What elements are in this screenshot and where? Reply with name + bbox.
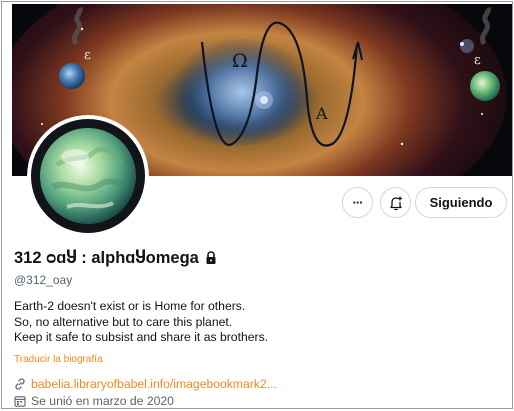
profile-page: ε ε Ω A ··· Siguiendo 312 ᴑɑႸ: alphɑႸom… [1, 1, 513, 409]
more-dots-icon: ··· [352, 195, 364, 210]
link-icon [15, 378, 25, 390]
website-row: babelia.libraryofbabel.info/imagebookmar… [14, 377, 277, 391]
banner-omega: Ω [232, 50, 248, 72]
bell-plus-icon [389, 196, 402, 210]
profile-bio: Earth-2 doesn't exist or is Home for oth… [14, 299, 344, 346]
notifications-button[interactable] [380, 187, 411, 218]
following-button[interactable]: Siguiendo [415, 187, 507, 218]
banner-epsilon-right: ε [474, 53, 481, 68]
bio-line: Keep it safe to subsist and share it as … [14, 330, 269, 344]
profile-handle: @312_oay [14, 273, 73, 287]
calendar-icon [14, 396, 26, 407]
joined-row: Se unió en marzo de 2020 [14, 394, 174, 408]
display-name-row: 312 ᴑɑႸ : alphɑႸomega [14, 248, 217, 268]
translate-bio-link[interactable]: Traducir la biografía [14, 354, 103, 365]
bio-line: Earth-2 doesn't exist or is Home for oth… [14, 299, 246, 313]
avatar-planet-image [27, 115, 149, 237]
bio-line: So, no alternative but to care this plan… [14, 314, 233, 329]
more-options-button[interactable]: ··· [342, 187, 373, 218]
profile-avatar[interactable] [27, 115, 149, 237]
banner-epsilon-left: ε [84, 48, 91, 63]
display-name: 312 ᴑɑႸ : alphɑႸomega [14, 249, 199, 267]
joined-date: Se unió en marzo de 2020 [31, 394, 174, 408]
website-link[interactable]: babelia.libraryofbabel.info/imagebookmar… [31, 377, 277, 391]
banner-alpha: A [315, 104, 328, 123]
lock-icon [206, 251, 216, 264]
